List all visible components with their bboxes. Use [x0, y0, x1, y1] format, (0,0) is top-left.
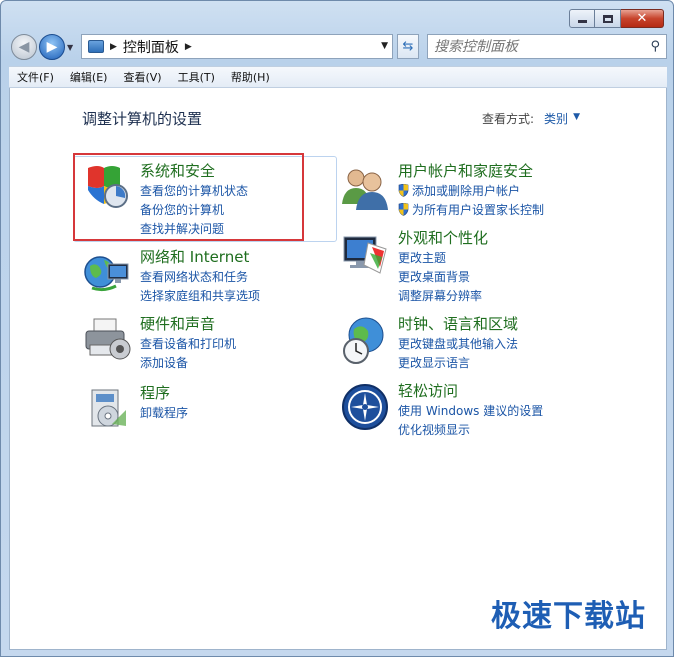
- shield-icon: [88, 166, 128, 208]
- minimize-button[interactable]: [569, 9, 595, 28]
- clock-globe-icon: [343, 317, 384, 364]
- content-area: 调整计算机的设置 查看方式: 类别 ▼ 系统和安全 查看您的计算机状态 备份您的…: [9, 88, 667, 650]
- category-title[interactable]: 硬件和声音: [140, 313, 215, 334]
- search-icon[interactable]: ⚲: [650, 39, 660, 54]
- link-change-theme[interactable]: 更改主题: [398, 249, 482, 268]
- programs-icon: [91, 389, 126, 427]
- printer-icon: [85, 318, 131, 360]
- category-links: 更改主题 更改桌面背景 调整屏幕分辨率: [398, 249, 482, 306]
- menu-view[interactable]: 查看(V): [115, 69, 169, 85]
- link-text[interactable]: 添加或删除用户帐户: [412, 184, 520, 198]
- search-box: ⚲: [427, 34, 667, 59]
- breadcrumb-control-panel[interactable]: 控制面板: [123, 37, 179, 57]
- link-display-language[interactable]: 更改显示语言: [398, 354, 518, 373]
- users-icon: [342, 169, 388, 210]
- link-add-device[interactable]: 添加设备: [140, 354, 236, 373]
- uac-shield-icon: [398, 184, 409, 197]
- search-input[interactable]: [434, 38, 644, 55]
- link-text[interactable]: 为所有用户设置家长控制: [412, 203, 544, 217]
- ease-of-access-icon: [342, 384, 388, 430]
- category-title[interactable]: 程序: [140, 382, 170, 403]
- address-bar[interactable]: ▶ 控制面板 ▶ ▼: [81, 34, 393, 59]
- link-network-status[interactable]: 查看网络状态和任务: [140, 268, 260, 287]
- link-add-remove-accounts[interactable]: 添加或删除用户帐户: [398, 182, 544, 201]
- close-button[interactable]: ✕: [621, 9, 664, 28]
- category-title[interactable]: 系统和安全: [140, 160, 215, 181]
- network-globe-icon: [84, 256, 129, 292]
- category-title[interactable]: 外观和个性化: [398, 227, 488, 248]
- link-backup-computer[interactable]: 备份您的计算机: [140, 201, 248, 220]
- view-by-dropdown-icon[interactable]: ▼: [573, 112, 580, 122]
- category-links: 更改键盘或其他输入法 更改显示语言: [398, 335, 518, 373]
- menu-help[interactable]: 帮助(H): [223, 69, 278, 85]
- maximize-icon: [602, 14, 613, 23]
- link-parental-controls[interactable]: 为所有用户设置家长控制: [398, 201, 544, 220]
- appearance-monitor-icon: [343, 236, 387, 274]
- link-desktop-background[interactable]: 更改桌面背景: [398, 268, 482, 287]
- address-dropdown-icon[interactable]: ▼: [381, 41, 388, 51]
- link-uninstall-program[interactable]: 卸载程序: [140, 404, 188, 423]
- menu-tools[interactable]: 工具(T): [170, 69, 223, 85]
- link-devices-printers[interactable]: 查看设备和打印机: [140, 335, 236, 354]
- breadcrumb-expand-icon[interactable]: ▶: [185, 42, 192, 52]
- view-by-label: 查看方式:: [481, 112, 534, 126]
- refresh-icon: ⇆: [402, 39, 414, 54]
- uac-shield-icon: [398, 203, 409, 216]
- caption-buttons: ✕: [569, 9, 664, 28]
- watermark: 极速下载站: [491, 599, 646, 634]
- link-optimize-display[interactable]: 优化视频显示: [398, 421, 543, 440]
- breadcrumb-separator-icon[interactable]: ▶: [110, 42, 117, 52]
- link-homegroup-sharing[interactable]: 选择家庭组和共享选项: [140, 287, 260, 306]
- navigation-bar: ◀ ▶ ▼ ▶ 控制面板 ▶ ▼ ⇆ ⚲: [9, 33, 667, 61]
- link-recommended-settings[interactable]: 使用 Windows 建议的设置: [398, 402, 543, 421]
- back-button[interactable]: ◀: [11, 34, 37, 60]
- recent-pages-dropdown[interactable]: ▼: [67, 43, 73, 52]
- category-title[interactable]: 时钟、语言和区域: [398, 313, 518, 334]
- category-title[interactable]: 轻松访问: [398, 380, 458, 401]
- category-links: 查看设备和打印机 添加设备: [140, 335, 236, 373]
- category-links: 卸载程序: [140, 404, 188, 423]
- link-view-computer-status[interactable]: 查看您的计算机状态: [140, 182, 248, 201]
- refresh-button[interactable]: ⇆: [397, 34, 419, 59]
- category-links: 使用 Windows 建议的设置 优化视频显示: [398, 402, 543, 440]
- link-troubleshoot[interactable]: 查找并解决问题: [140, 220, 248, 239]
- maximize-button[interactable]: [595, 9, 621, 28]
- category-links: 添加或删除用户帐户 为所有用户设置家长控制: [398, 182, 544, 220]
- control-panel-icon: [88, 40, 104, 53]
- link-keyboard-input[interactable]: 更改键盘或其他输入法: [398, 335, 518, 354]
- view-by-selector[interactable]: 类别: [544, 110, 568, 127]
- menu-edit[interactable]: 编辑(E): [62, 69, 116, 85]
- category-title[interactable]: 用户帐户和家庭安全: [398, 160, 533, 181]
- category-links: 查看您的计算机状态 备份您的计算机 查找并解决问题: [140, 182, 248, 239]
- category-links: 查看网络状态和任务 选择家庭组和共享选项: [140, 268, 260, 306]
- minimize-icon: [577, 20, 587, 23]
- back-arrow-icon: ◀: [18, 39, 30, 55]
- link-screen-resolution[interactable]: 调整屏幕分辨率: [398, 287, 482, 306]
- page-title: 调整计算机的设置: [82, 110, 203, 128]
- forward-button[interactable]: ▶: [39, 34, 65, 60]
- forward-arrow-icon: ▶: [46, 39, 58, 55]
- control-panel-window: ✕ ◀ ▶ ▼ ▶ 控制面板 ▶ ▼ ⇆ ⚲ 文件(F) 编辑(E) 查看(V)…: [0, 0, 674, 657]
- menu-file[interactable]: 文件(F): [9, 69, 62, 85]
- category-title[interactable]: 网络和 Internet: [140, 246, 249, 267]
- close-icon: ✕: [636, 11, 648, 26]
- menu-bar: 文件(F) 编辑(E) 查看(V) 工具(T) 帮助(H): [9, 66, 667, 88]
